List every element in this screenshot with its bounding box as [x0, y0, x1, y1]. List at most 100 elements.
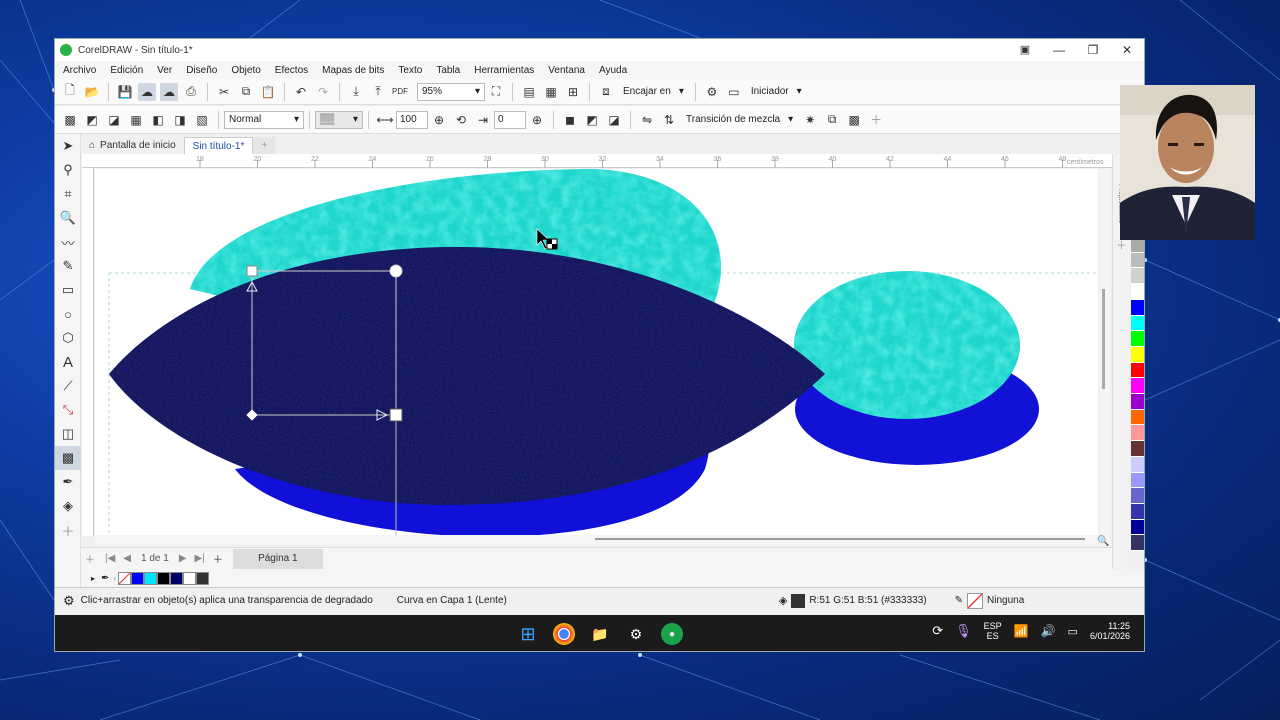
options-gear-icon[interactable]: ⚙	[703, 83, 721, 101]
merge-mode-select[interactable]: Normal ▾	[224, 110, 304, 129]
palette-swatch[interactable]	[1131, 503, 1144, 520]
export-icon[interactable]: ⤒	[369, 83, 387, 101]
palette-swatch[interactable]	[1131, 425, 1144, 442]
chrome-icon[interactable]	[553, 623, 575, 645]
menu-herramientas[interactable]: Herramientas	[474, 65, 534, 76]
clock[interactable]: 11:25 6/01/2026	[1090, 621, 1130, 641]
eyedropper-tool-icon[interactable]: ✒	[55, 470, 81, 494]
menu-diseno[interactable]: Diseño	[186, 65, 217, 76]
fountain-transparency-icon[interactable]: ◪	[105, 111, 123, 129]
palette-swatch[interactable]	[1131, 519, 1144, 536]
microphone-icon[interactable]: 🎙	[955, 623, 972, 639]
vector-pattern-transparency-icon[interactable]: ▦	[127, 111, 145, 129]
flip-horizontal-icon[interactable]: ⇋	[638, 111, 656, 129]
undo-icon[interactable]: ↶	[292, 83, 310, 101]
palette-swatch[interactable]	[1131, 299, 1144, 316]
print-icon[interactable]: ⎙	[182, 83, 200, 101]
palette-swatch[interactable]	[1131, 394, 1144, 410]
cloud-download-icon[interactable]: ☁	[160, 82, 178, 101]
ellipse-tool-icon[interactable]: ○	[55, 302, 81, 326]
palette-swatch[interactable]	[1131, 331, 1144, 347]
texture-transparency-icon[interactable]: ▧	[193, 111, 211, 129]
battery-icon[interactable]: ▭	[1068, 625, 1078, 638]
menu-tabla[interactable]: Tabla	[436, 65, 460, 76]
snap-icon[interactable]: ⧈	[597, 83, 615, 101]
artistic-media-icon[interactable]: ✎	[55, 254, 81, 278]
status-gear-icon[interactable]: ⚙	[63, 593, 75, 609]
document-color-swatch[interactable]	[144, 571, 158, 585]
cut-icon[interactable]: ✂	[215, 83, 233, 101]
menu-objeto[interactable]: Objeto	[231, 65, 260, 76]
document-color-swatch[interactable]	[157, 571, 171, 585]
tab-document[interactable]: Sin título-1*	[183, 137, 254, 154]
wifi-icon[interactable]: 📶	[1014, 624, 1029, 638]
profile-icon[interactable]: ▣	[1008, 39, 1042, 61]
drop-shadow-icon[interactable]: ◫	[55, 422, 81, 446]
app-icon[interactable]: ⚙	[625, 623, 647, 645]
tab-home[interactable]: ⌂ Pantalla de inicio	[81, 137, 184, 154]
full-screen-icon[interactable]: ⛶	[487, 83, 505, 101]
rectangle-tool-icon[interactable]: ▭	[55, 278, 81, 302]
copy-transparency-icon[interactable]: ⧉	[823, 111, 841, 129]
palette-swatch[interactable]	[1131, 535, 1144, 552]
parallel-dimension-icon[interactable]: ⟋	[55, 374, 81, 398]
launcher-dropdown[interactable]: Iniciador ▾	[751, 86, 802, 97]
prev-page-icon[interactable]: ◀	[123, 553, 131, 564]
menu-ver[interactable]: Ver	[157, 65, 172, 76]
page-tab[interactable]: Página 1	[232, 548, 323, 569]
all-transparency-icon[interactable]: ◪	[605, 111, 623, 129]
menu-mapas-de-bits[interactable]: Mapas de bits	[322, 65, 384, 76]
minimize-button[interactable]: —	[1042, 39, 1076, 61]
flip-vertical-icon[interactable]: ⇅	[660, 111, 678, 129]
open-folder-icon[interactable]: 📂	[83, 83, 101, 101]
pdf-icon[interactable]: PDF	[391, 83, 409, 101]
palette-swatch[interactable]	[1131, 362, 1144, 379]
palette-swatch[interactable]	[1131, 268, 1144, 285]
vertical-scrollbar[interactable]	[1100, 169, 1110, 535]
interactive-fill-icon[interactable]: ◈	[55, 494, 81, 518]
horizontal-scrollbar[interactable]	[95, 535, 1110, 545]
connector-tool-icon[interactable]: ⤡	[55, 398, 81, 422]
copy-icon[interactable]: ⧉	[237, 83, 255, 101]
add-page-end-icon[interactable]: ＋	[213, 551, 223, 566]
menu-texto[interactable]: Texto	[398, 65, 422, 76]
zoom-tool-icon[interactable]: 🔍	[55, 206, 81, 230]
coreldraw-taskbar-icon[interactable]: ●	[661, 623, 683, 645]
cloud-upload-icon[interactable]: ☁	[138, 82, 156, 101]
document-color-swatch[interactable]	[183, 571, 197, 585]
pattern-picker[interactable]: ▒▒ ▾	[315, 110, 363, 129]
save-icon[interactable]: 💾	[116, 83, 134, 101]
zoom-corner-icon[interactable]: 🔍	[1097, 536, 1109, 547]
transparency-none-icon[interactable]: ▩	[61, 111, 79, 129]
last-page-icon[interactable]: ▶|	[195, 553, 205, 564]
eyedropper-icon[interactable]: ✒	[101, 573, 109, 584]
document-color-swatch[interactable]	[170, 571, 184, 585]
menu-ventana[interactable]: Ventana	[548, 65, 585, 76]
snap-to-dropdown[interactable]: Encajar en ▾	[623, 86, 684, 97]
palette-swatch[interactable]	[1131, 252, 1144, 269]
transparency-input[interactable]: 100	[396, 110, 428, 129]
windows-start-icon[interactable]: ⊞	[517, 623, 539, 645]
menu-edicion[interactable]: Edición	[110, 65, 143, 76]
import-icon[interactable]: ⤓	[347, 83, 365, 101]
redo-icon[interactable]: ↷	[314, 83, 332, 101]
palette-swatch[interactable]	[1131, 315, 1144, 332]
edit-transparency-icon[interactable]: ▩	[845, 111, 863, 129]
bitmap-pattern-transparency-icon[interactable]: ◧	[149, 111, 167, 129]
maximize-button[interactable]: ❐	[1076, 39, 1110, 61]
menu-efectos[interactable]: Efectos	[275, 65, 308, 76]
palette-swatch[interactable]	[1131, 441, 1144, 457]
volume-icon[interactable]: 🔊	[1041, 624, 1056, 638]
new-document-icon[interactable]: 🗋	[61, 83, 79, 101]
drawing-canvas[interactable]	[95, 169, 1098, 535]
palette-swatch[interactable]	[1131, 472, 1144, 489]
add-tool-icon[interactable]: ＋	[55, 518, 81, 542]
menu-archivo[interactable]: Archivo	[63, 65, 96, 76]
crop-tool-icon[interactable]: ⌗	[55, 182, 81, 206]
palette-swatch[interactable]	[1131, 284, 1144, 300]
palette-menu-icon[interactable]: ▸	[91, 574, 95, 583]
shape-tool-icon[interactable]: ⚲	[55, 158, 81, 182]
fill-transparency-icon[interactable]: ◼	[561, 111, 579, 129]
outline-transparency-icon[interactable]: ◩	[583, 111, 601, 129]
document-color-swatch[interactable]	[131, 571, 145, 585]
